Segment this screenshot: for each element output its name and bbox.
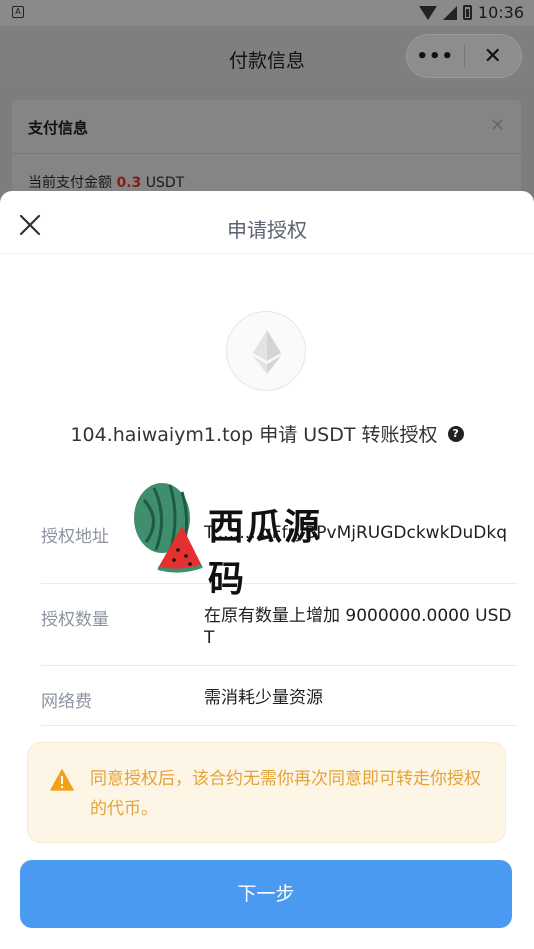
payment-info-title: 支付信息: [28, 119, 89, 137]
fee-value: 需消耗少量资源: [204, 688, 323, 708]
amount-label: 授权数量: [41, 610, 109, 630]
title-bar: 付款信息 ••• ✕: [0, 26, 534, 88]
capsule-menu: ••• ✕: [406, 34, 522, 78]
notification-icon: A: [12, 6, 24, 18]
watermark-text: 西瓜源码: [208, 507, 323, 600]
token-logo: [226, 311, 306, 391]
payment-info-close-button[interactable]: ×: [490, 114, 505, 135]
sheet-header: 申请授权: [0, 191, 534, 254]
status-time: 10:36: [477, 3, 524, 22]
warning-text: 同意授权后，该合约无需你再次同意即可转走你授权的代币。: [90, 769, 481, 819]
amount-value: 0.3: [116, 175, 142, 191]
amount-value: 在原有数量上增加 9000000.0000 USDT: [204, 606, 512, 648]
detail-row-fee: 网络费 需消耗少量资源: [41, 666, 518, 726]
warning-notice: 同意授权后，该合约无需你再次同意即可转走你授权的代币。: [27, 742, 506, 843]
watermelon-logo-icon: [134, 483, 203, 573]
payment-info-header: 支付信息 ×: [12, 100, 521, 154]
help-icon[interactable]: ?: [447, 425, 464, 442]
ethereum-logo-icon: [253, 330, 281, 374]
authorization-request: 104.haiwaiym1.top 申请 USDT 转账授权 ?: [0, 420, 534, 447]
fee-label: 网络费: [41, 692, 92, 712]
next-step-button[interactable]: 下一步: [20, 860, 512, 928]
battery-icon: [462, 5, 472, 20]
authorization-request-text: 104.haiwaiym1.top 申请 USDT 转账授权: [70, 424, 438, 446]
watermark: 西瓜源码: [130, 480, 330, 600]
close-mini-program-button[interactable]: ✕: [464, 44, 521, 69]
warning-icon: [50, 769, 74, 791]
wifi-icon: [418, 5, 437, 20]
sheet-title: 申请授权: [227, 218, 307, 242]
signal-icon: [442, 5, 457, 20]
amount-label: 当前支付金额: [28, 175, 112, 191]
amount-unit: USDT: [145, 175, 185, 191]
status-bar: A 10:36: [0, 0, 534, 26]
more-button[interactable]: •••: [407, 46, 464, 67]
